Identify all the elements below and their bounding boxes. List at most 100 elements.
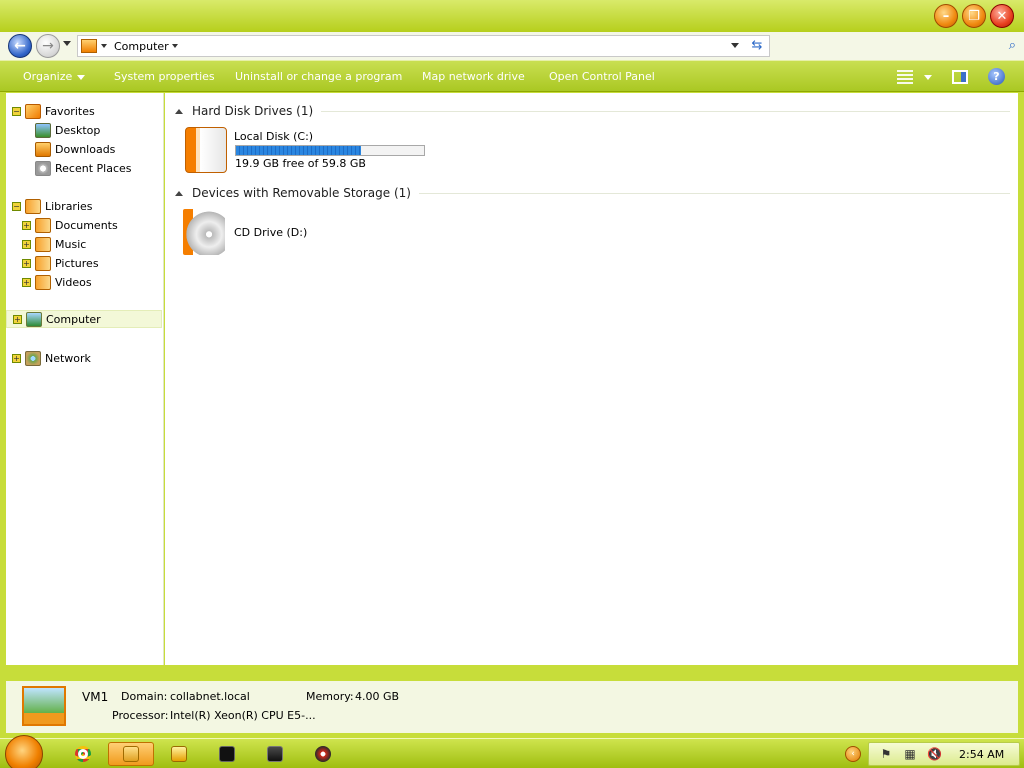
pictures-icon [35,255,51,271]
breadcrumb-computer[interactable]: Computer [114,40,169,53]
taskbar-media-player[interactable] [156,742,202,766]
navigation-pane: − Favorites Desktop Downloads Recent Pla… [6,93,164,665]
recent-places-icon [35,160,51,176]
collapse-group-icon[interactable] [175,108,183,114]
expand-icon[interactable]: + [22,220,31,230]
nav-computer[interactable]: + Computer [6,310,162,328]
close-button[interactable]: ✕ [990,4,1014,28]
memory-label: Memory: [306,690,354,703]
clock[interactable]: 2:54 AM [959,748,1004,761]
expand-icon[interactable]: + [13,314,22,324]
forward-button[interactable]: → [36,34,60,58]
nav-favorites[interactable]: − Favorites [12,102,95,120]
system-properties-button[interactable]: System properties [114,70,215,83]
nav-downloads[interactable]: Downloads [35,140,115,158]
nav-label: Documents [55,218,118,232]
disk-usage-fill [236,146,362,155]
chrome-icon [75,746,91,762]
group-title: Hard Disk Drives (1) [192,104,314,118]
taskbar-command-prompt[interactable] [204,742,250,766]
notification-area: ⚑ ▦ 🔇 2:54 AM [868,742,1020,766]
view-options-dropdown[interactable] [924,75,932,80]
folder-icon [123,746,139,762]
documents-icon [35,217,51,233]
group-divider [321,110,1010,112]
uninstall-program-button[interactable]: Uninstall or change a program [235,70,402,83]
downloads-icon [35,141,51,157]
help-icon[interactable]: ? [988,68,1005,85]
nav-desktop[interactable]: Desktop [35,121,100,139]
details-pane: VM1 Domain: collabnet.local Memory: 4.00… [6,681,1018,733]
nav-music[interactable]: + Music [22,235,86,253]
breadcrumb-chevron-icon[interactable] [172,44,178,48]
action-center-flag-icon[interactable]: ⚑ [879,747,893,761]
drive-name-local-disk[interactable]: Local Disk (C:) [234,130,313,143]
taskbar-app[interactable] [300,742,346,766]
start-button[interactable] [5,735,43,768]
expand-icon[interactable]: + [22,277,31,287]
libraries-icon [25,198,41,214]
address-bar[interactable]: Computer ⇆ [77,35,770,57]
music-icon [35,236,51,252]
view-options-icon[interactable] [897,70,913,84]
collapse-icon[interactable]: − [12,201,21,211]
expand-icon[interactable]: + [12,353,21,363]
nav-label: Music [55,237,87,251]
drive-free-space: 19.9 GB free of 59.8 GB [235,157,366,170]
nav-libraries[interactable]: − Libraries [12,197,93,215]
group-removable-storage[interactable]: Devices with Removable Storage (1) [175,184,1010,202]
favorites-star-icon [25,103,41,119]
organize-button[interactable]: Organize [23,70,86,83]
cd-drive-icon[interactable] [183,209,225,255]
nav-label: Computer [46,312,101,326]
address-history-dropdown[interactable] [731,43,739,48]
chevron-down-icon[interactable] [101,44,107,48]
map-network-drive-button[interactable]: Map network drive [422,70,525,83]
taskbar-remote-display[interactable] [252,742,298,766]
domain-value: collabnet.local [170,690,250,703]
title-bar: – ❐ ✕ [0,0,1024,32]
nav-videos[interactable]: + Videos [22,273,92,291]
group-hard-disk-drives[interactable]: Hard Disk Drives (1) [175,102,1010,120]
nav-documents[interactable]: + Documents [22,216,118,234]
open-control-panel-button[interactable]: Open Control Panel [549,70,655,83]
processor-label: Processor: [112,709,169,722]
search-icon[interactable]: ⌕ [1009,38,1016,53]
preview-pane-icon[interactable] [952,70,968,84]
minimize-button[interactable]: – [934,4,958,28]
network-icon [25,350,41,366]
group-title: Devices with Removable Storage (1) [192,186,411,200]
nav-recent-places[interactable]: Recent Places [35,159,132,177]
collapse-group-icon[interactable] [175,190,183,196]
collapse-icon[interactable]: − [12,106,21,116]
drive-name-cd-drive[interactable]: CD Drive (D:) [234,226,307,239]
media-player-icon [171,746,187,762]
nav-label: Pictures [55,256,99,270]
nav-label: Downloads [55,142,116,156]
volume-muted-icon[interactable]: 🔇 [927,747,942,761]
maximize-button[interactable]: ❐ [962,4,986,28]
taskbar-chrome[interactable] [60,742,106,766]
domain-label: Domain: [121,690,168,703]
computer-name: VM1 [82,690,109,704]
group-divider [418,192,1010,194]
back-button[interactable]: ← [8,34,32,58]
address-row: ← → Computer ⇆ ⌕ [0,32,1024,60]
recent-pages-dropdown[interactable] [63,41,71,46]
hard-disk-icon[interactable] [185,127,227,173]
expand-icon[interactable]: + [22,239,31,249]
nav-network[interactable]: + Network [12,349,91,367]
taskbar-explorer[interactable] [108,742,154,766]
processor-value: Intel(R) Xeon(R) CPU E5-... [170,709,316,722]
network-status-icon[interactable]: ▦ [903,747,917,761]
refresh-icon[interactable]: ⇆ [749,38,765,54]
expand-icon[interactable]: + [22,258,31,268]
desktop-icon [35,122,51,138]
memory-value: 4.00 GB [355,690,400,703]
nav-pictures[interactable]: + Pictures [22,254,99,272]
command-prompt-icon [219,746,235,762]
computer-icon [26,311,42,327]
nav-label: Network [45,351,91,365]
videos-icon [35,274,51,290]
show-hidden-icons-button[interactable]: ‹ [845,746,861,762]
